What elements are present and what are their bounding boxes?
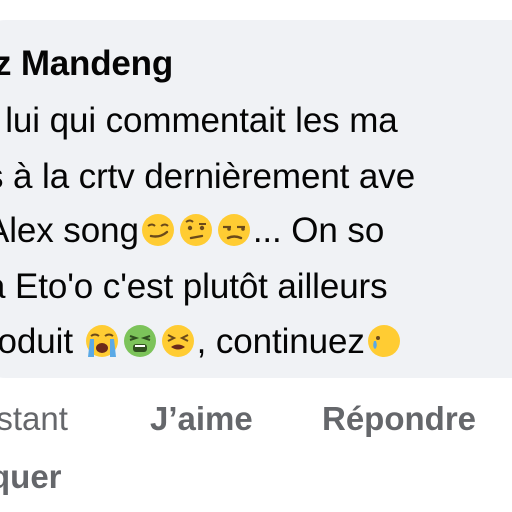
crying-face-icon [366,323,402,359]
comment-text-segment: Alex song [0,211,139,250]
face-with-raised-eyebrow-icon [178,212,214,248]
comment-text-segment: ... On so [252,211,385,250]
tired-face-icon [160,323,196,359]
comment-text-line-1: t lui qui commentait les ma [0,101,398,140]
comment-text-line-4: à Eto'o c'est plutôt ailleurs [0,267,388,306]
comment-author[interactable]: z Mandeng [0,44,173,84]
screenshot-viewport: z Mandeng t lui qui commentait les ma s … [0,0,512,512]
comment-timestamp: nstant [0,400,68,437]
comment-text-segment: , continuez [196,322,365,361]
comment-text-segment: roduit [0,322,73,361]
comment-text-line-2: s à la crtv dernièrement ave [0,157,416,196]
comment-actions-bar: nstant J’aime Répondre [0,400,512,440]
smirking-face-icon [140,212,176,248]
like-button[interactable]: J’aime [150,400,253,438]
loudly-crying-face-icon [84,323,120,359]
comment-text-line-5: roduit , [0,322,403,362]
hide-button[interactable]: quer [0,458,62,496]
unamused-face-icon [216,212,252,248]
comment-text-line-3: Alex song ... On so [0,211,384,251]
reply-button[interactable]: Répondre [322,400,476,438]
nauseated-face-icon [122,323,158,359]
